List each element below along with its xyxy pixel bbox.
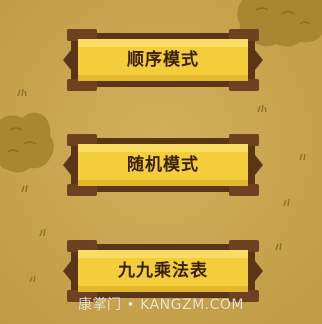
bush-icon [0, 112, 54, 173]
sequential-mode-label: 顺序模式 [127, 50, 199, 70]
random-mode-label: 随机模式 [127, 155, 199, 175]
game-menu-scene: 顺序模式 随机模式 九九乘法表 康掌门 • KANGZM.COM [0, 0, 322, 324]
watermark: 康掌门 • KANGZM.COM [78, 297, 244, 313]
multiplication-table-label: 九九乘法表 [118, 261, 208, 281]
random-mode-button[interactable]: 随机模式 [63, 132, 263, 198]
sequential-mode-button[interactable]: 顺序模式 [63, 27, 263, 93]
